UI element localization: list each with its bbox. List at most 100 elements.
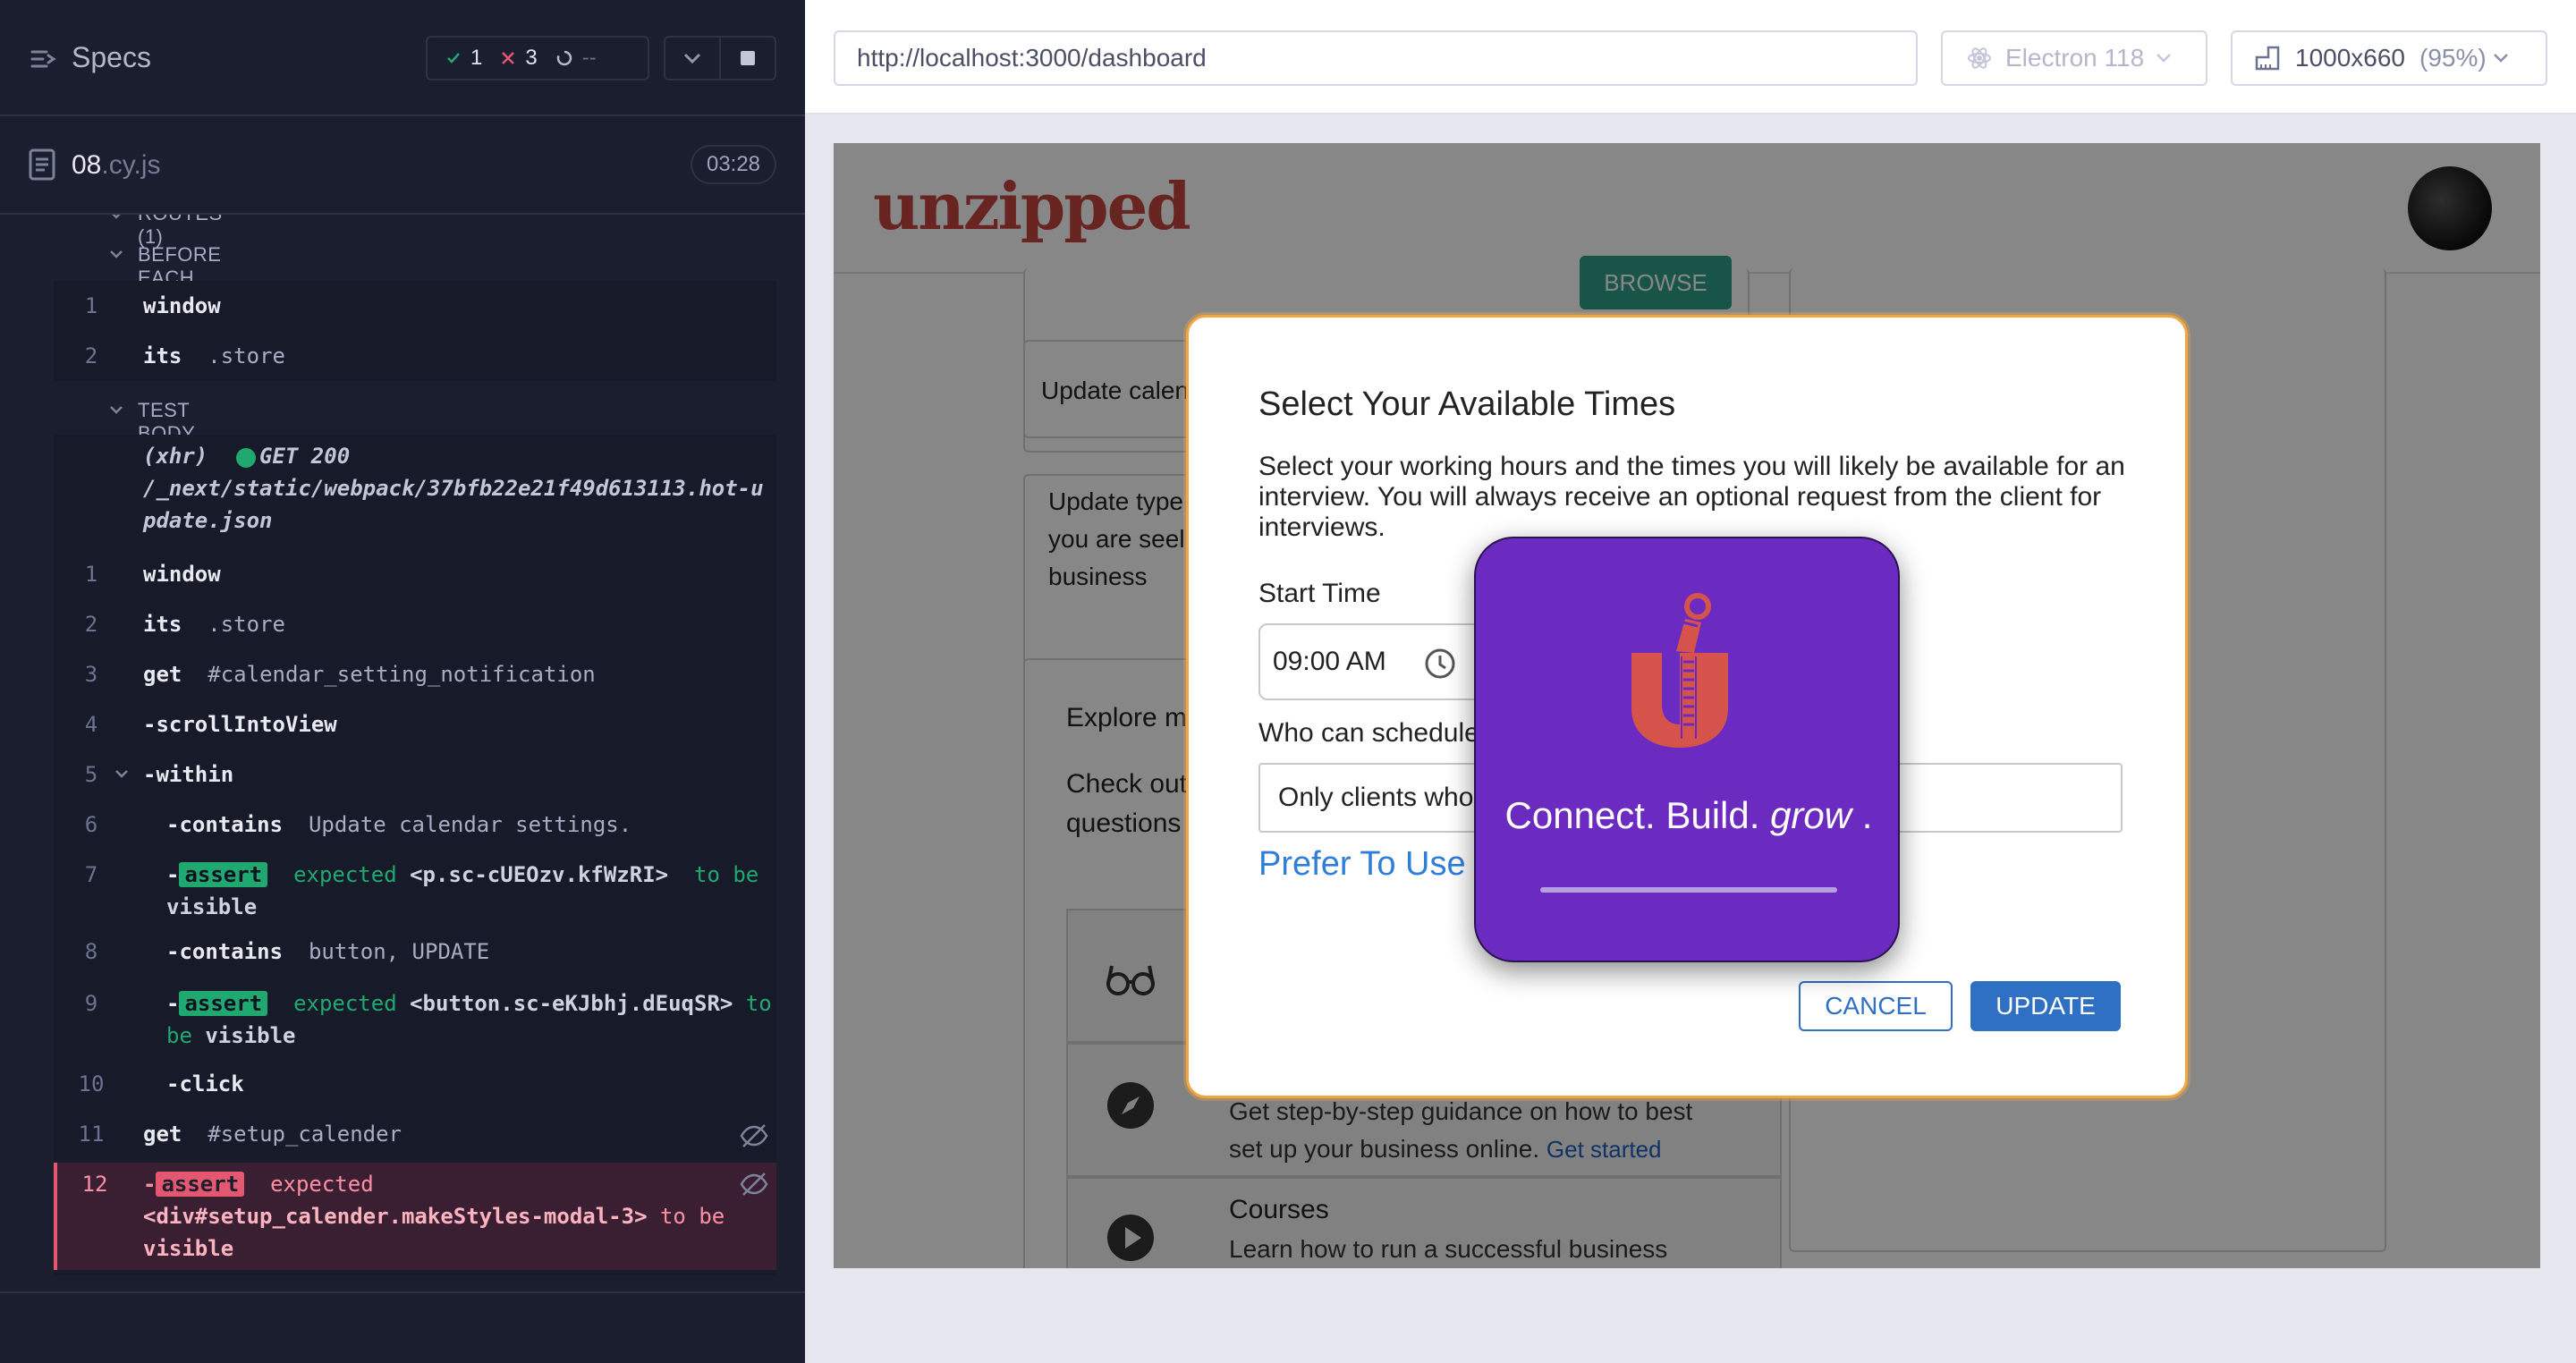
assert-row[interactable]: 9 - assert expected <button.sc-eKJbhj.dEu… bbox=[54, 982, 776, 1059]
line-number: 12 bbox=[81, 1172, 108, 1197]
command-row[interactable]: 6 -contains Update calendar settings. bbox=[54, 803, 776, 848]
eye-slash-icon[interactable] bbox=[739, 1172, 769, 1197]
assert-subject: <p.sc-cUEOzv.kfWzRI> bbox=[410, 862, 669, 887]
assert-be: be bbox=[699, 1204, 725, 1229]
command-arg: #setup_calender bbox=[208, 1122, 402, 1147]
unzipped-u-logo-icon bbox=[1631, 593, 1728, 748]
x-icon bbox=[502, 52, 515, 64]
update-button[interactable]: UPDATE bbox=[1970, 981, 2121, 1031]
line-number: 8 bbox=[84, 939, 98, 964]
command-row[interactable]: 1 window bbox=[54, 286, 776, 327]
assert-expected: expected bbox=[293, 991, 397, 1016]
chevron-down-icon bbox=[683, 53, 701, 64]
modal-title: Select Your Available Times bbox=[1258, 385, 1676, 423]
line-number: 9 bbox=[84, 991, 98, 1016]
line-number: 11 bbox=[78, 1122, 105, 1147]
xhr-row[interactable]: (xhr) GET 200 /_next/static/webpack/37bf… bbox=[54, 440, 776, 547]
splash-tagline-b: grow bbox=[1770, 794, 1852, 836]
start-time-value: 09:00 AM bbox=[1273, 647, 1386, 676]
url-bar[interactable]: http://localhost:3000/dashboard bbox=[834, 30, 1918, 86]
assert-badge: assert bbox=[179, 991, 268, 1016]
chevron-down-icon bbox=[112, 215, 121, 219]
viewport-selector[interactable]: 1000x660 (95%) bbox=[2231, 30, 2547, 86]
line-number: 1 bbox=[84, 293, 98, 318]
passed-stat: 1 bbox=[445, 46, 482, 71]
command-name: -click bbox=[166, 1071, 244, 1096]
start-time-input[interactable]: 09:00 AM bbox=[1258, 623, 1482, 700]
command-name: get bbox=[143, 1122, 182, 1147]
viewport-zoom: (95%) bbox=[2419, 44, 2487, 72]
status-dot-icon bbox=[236, 448, 256, 468]
stats-bar: 1 3 -- bbox=[426, 36, 649, 80]
chevron-down-icon bbox=[2157, 54, 2172, 63]
who-can-schedule-value: Only clients who bbox=[1278, 783, 1474, 812]
specs-menu-icon[interactable] bbox=[29, 45, 57, 73]
command-name: get bbox=[143, 662, 182, 687]
assert-to-be: to be bbox=[694, 862, 759, 887]
spinner-icon bbox=[556, 50, 572, 66]
check-icon bbox=[447, 53, 460, 63]
assert-subject: <button.sc-eKJbhj.dEuqSR> bbox=[410, 991, 733, 1016]
prefer-to-use-link[interactable]: Prefer To Use bbox=[1258, 845, 1466, 884]
line-number: 3 bbox=[84, 662, 98, 687]
xhr-status: GET 200 bbox=[259, 444, 351, 469]
command-row[interactable]: 4 -scrollIntoView bbox=[54, 703, 776, 748]
line-number: 2 bbox=[84, 343, 98, 368]
cancel-button[interactable]: CANCEL bbox=[1799, 981, 1953, 1031]
eye-slash-icon[interactable] bbox=[739, 1123, 769, 1148]
command-name: -within bbox=[143, 762, 234, 787]
specs-title[interactable]: Specs bbox=[72, 41, 151, 74]
assert-expected: expected bbox=[293, 862, 397, 887]
command-arg: #calendar_setting_notification bbox=[208, 662, 596, 687]
failed-assert-row[interactable]: 12 - assert expected <div#setup_calender.… bbox=[54, 1163, 776, 1270]
modal-description: Select your working hours and the times … bbox=[1258, 452, 2125, 542]
duration-badge: 03:28 bbox=[691, 145, 776, 184]
line-number: 2 bbox=[84, 612, 98, 637]
spec-file-name[interactable]: 08.cy.js bbox=[72, 150, 160, 181]
command-row[interactable]: 1 window bbox=[54, 553, 776, 597]
browser-name: Electron 118 bbox=[2005, 44, 2145, 72]
specs-header: Specs 1 3 -- bbox=[0, 0, 805, 116]
assert-row[interactable]: 7 - assert expected <p.sc-cUEOzv.kfWzRI> … bbox=[54, 853, 776, 930]
splash-tagline-a: Connect. Build. bbox=[1504, 794, 1760, 836]
command-row[interactable]: 2 its .store bbox=[54, 603, 776, 648]
start-time-label: Start Time bbox=[1258, 579, 1381, 608]
stop-button[interactable] bbox=[719, 38, 775, 79]
command-row[interactable]: 10 -click bbox=[54, 1062, 776, 1107]
chevron-down-icon[interactable] bbox=[114, 769, 129, 780]
browser-selector[interactable]: Electron 118 bbox=[1941, 30, 2207, 86]
expand-button[interactable] bbox=[665, 38, 719, 79]
electron-icon bbox=[1968, 47, 1991, 69]
xhr-label: (xhr) bbox=[143, 444, 208, 469]
line-number: 1 bbox=[84, 562, 98, 587]
cypress-runner-panel: Specs 1 3 -- 08.cy.js 03:28 (1) BEFORE E… bbox=[0, 0, 805, 1363]
command-row[interactable]: 5 -within bbox=[54, 753, 776, 798]
browser-toolbar: http://localhost:3000/dashboard Electron… bbox=[805, 0, 2576, 114]
line-number: 6 bbox=[84, 812, 98, 837]
command-name: its bbox=[143, 343, 182, 368]
command-row[interactable]: 2 its .store bbox=[54, 336, 776, 377]
loading-bar bbox=[1540, 887, 1837, 893]
command-name: -contains bbox=[166, 812, 284, 837]
line-number: 7 bbox=[84, 862, 98, 887]
xhr-url: /_next/static/webpack/37bfb22e21f49d6131… bbox=[143, 476, 764, 533]
command-name: its bbox=[143, 612, 182, 637]
chevron-down-icon bbox=[2493, 54, 2508, 63]
command-name: -scrollIntoView bbox=[143, 712, 337, 737]
command-name: window bbox=[143, 293, 221, 318]
runner-footer bbox=[0, 1291, 805, 1363]
runner-controls bbox=[664, 36, 776, 80]
command-name: window bbox=[143, 562, 221, 587]
command-log: ROUTES (1) BEFORE EACH 1 window 2 its .s… bbox=[0, 215, 805, 1291]
command-row[interactable]: 11 get #setup_calender bbox=[54, 1113, 776, 1157]
line-number: 4 bbox=[84, 712, 98, 737]
splash-tagline: Connect. Build. grow . bbox=[1476, 794, 1902, 837]
stop-icon bbox=[741, 51, 755, 65]
assert-badge: assert bbox=[156, 1172, 245, 1197]
pending-count: -- bbox=[581, 46, 597, 70]
assert-to: to bbox=[659, 1204, 686, 1229]
clock-icon[interactable] bbox=[1423, 647, 1457, 681]
loading-splash: Connect. Build. grow . bbox=[1474, 537, 1900, 962]
command-row[interactable]: 8 -contains button, UPDATE bbox=[54, 930, 776, 975]
command-row[interactable]: 3 get #calendar_setting_notification bbox=[54, 653, 776, 698]
